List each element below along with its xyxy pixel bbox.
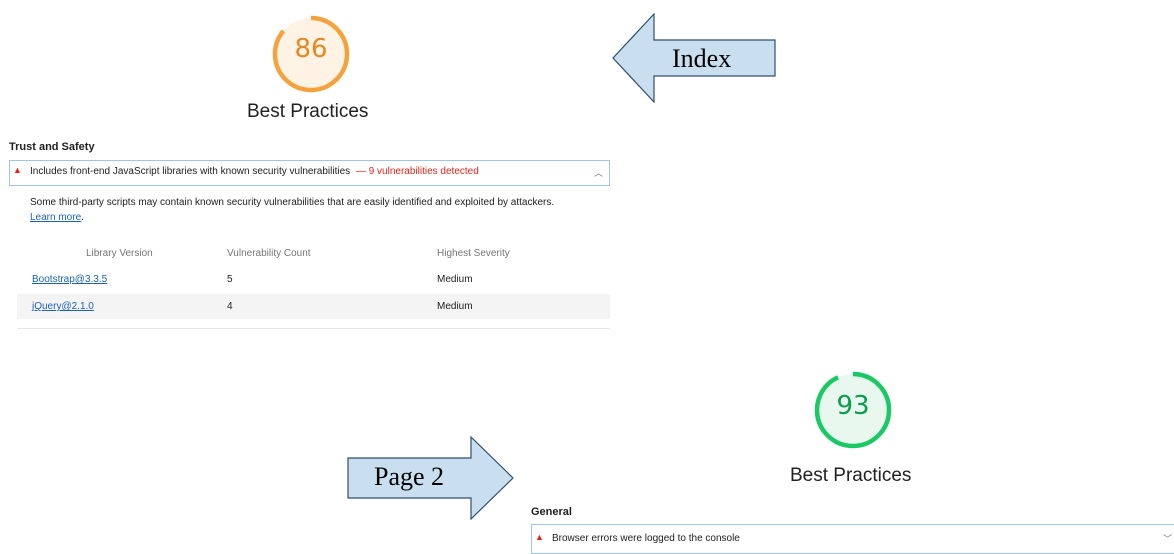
audit-description-text: Some third-party scripts may contain kno… <box>30 197 555 208</box>
audit-title: Includes front-end JavaScript libraries … <box>30 166 479 177</box>
library-link[interactable]: Bootstrap@3.3.5 <box>32 274 107 285</box>
vulnerability-count: 5 <box>227 274 233 285</box>
index-arrow-label: Index <box>672 44 732 73</box>
highest-severity: Medium <box>437 274 473 285</box>
library-link[interactable]: jQuery@2.1.0 <box>32 301 94 312</box>
audit-title-text: Browser errors were logged to the consol… <box>552 533 740 544</box>
page2-score-value: 93 <box>836 391 870 421</box>
section-title-general: General <box>531 506 572 518</box>
audit-detail-text: — 9 vulnerabilities detected <box>355 166 479 177</box>
warning-triangle-icon: ▲ <box>535 532 544 542</box>
highest-severity: Medium <box>437 301 473 312</box>
table-row: Bootstrap@3.3.5 5 Medium <box>17 267 610 292</box>
column-header-highest-severity: Highest Severity <box>437 248 510 259</box>
warning-triangle-icon: ▲ <box>13 165 22 175</box>
section-title-trust-safety: Trust and Safety <box>9 141 95 153</box>
chevron-down-icon[interactable]: ﹀ <box>1163 532 1172 545</box>
audit-description: Some third-party scripts may contain kno… <box>30 195 615 225</box>
column-header-vulnerability-count: Vulnerability Count <box>227 248 311 259</box>
page2-arrow-label: Page 2 <box>374 462 445 491</box>
table-divider <box>17 328 610 329</box>
description-period: . <box>81 212 84 223</box>
column-header-library-version: Library Version <box>86 248 153 259</box>
index-category-title: Best Practices <box>247 101 369 122</box>
vulnerability-count: 4 <box>227 301 233 312</box>
learn-more-link[interactable]: Learn more <box>30 212 81 223</box>
vulnerable-libraries-audit[interactable]: ▲ Includes front-end JavaScript librarie… <box>9 160 610 186</box>
index-score-value: 86 <box>294 34 328 64</box>
chevron-up-icon[interactable]: ︿ <box>594 166 603 179</box>
table-row: jQuery@2.1.0 4 Medium <box>17 294 610 319</box>
audit-title-text: Includes front-end JavaScript libraries … <box>30 166 351 177</box>
page2-category-title: Best Practices <box>790 465 912 486</box>
